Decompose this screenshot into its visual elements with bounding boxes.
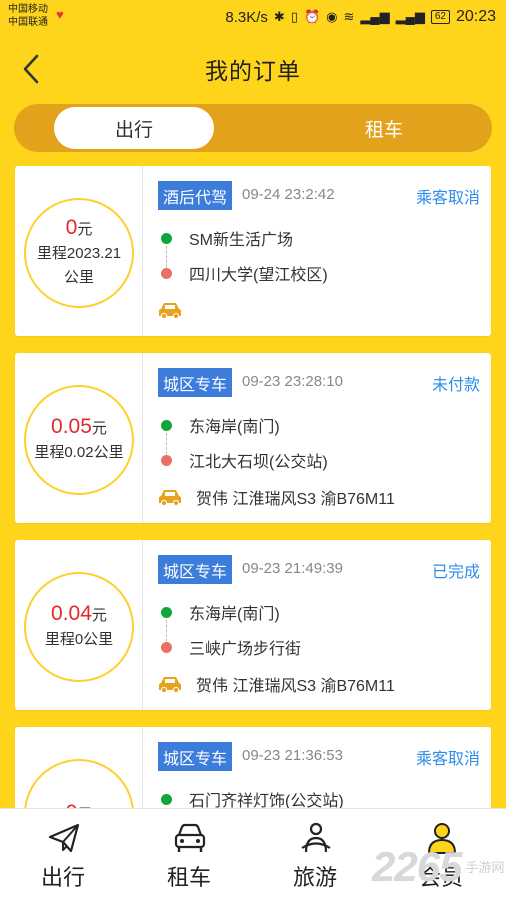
start-dot-icon <box>161 606 172 618</box>
price-circle: 0.04元 里程0公里 <box>24 572 134 682</box>
currency-unit: 元 <box>91 607 107 624</box>
alarm-icon: ⏰ <box>303 9 321 24</box>
order-detail: 城区专车 09-23 23:28:10 未付款 东海岸(南门) 江北大石坝(公交… <box>158 367 480 517</box>
order-mileage: 里程0公里 <box>44 631 114 648</box>
carrier-1: 中国移动 <box>8 4 48 15</box>
order-status: 已完成 <box>431 564 480 581</box>
vibrate-icon: ▯ <box>290 9 298 24</box>
currency-unit: 元 <box>77 221 93 238</box>
end-address: 江北大石坝(公交站) <box>189 454 328 471</box>
driver-row <box>158 298 182 322</box>
route-end: 江北大石坝(公交站) <box>158 448 328 472</box>
order-mileage: 里程0.02公里 <box>34 444 124 461</box>
start-address: 东海岸(南门) <box>189 419 280 436</box>
start-dot-icon <box>161 793 172 805</box>
service-type-badge: 城区专车 <box>158 555 233 584</box>
nav-label: 旅游 <box>292 865 337 890</box>
currency-unit: 元 <box>91 420 107 437</box>
driver-row: 贺伟 江淮瑞风S3 渝B76M11 <box>158 485 395 509</box>
status-bar: 中国移动 中国联通 ♥ 8.3K/s ✱ ▯ ⏰ ◉ ≋ ▂▄▆ ▂▄▆ 62 … <box>0 0 506 34</box>
order-amount: 0 <box>65 216 78 239</box>
page-title: 我的订单 <box>205 58 301 84</box>
carrier-2: 中国联通 <box>8 17 48 28</box>
end-dot-icon <box>161 267 172 279</box>
watermark-text: 手游网 <box>465 860 504 875</box>
order-status: 乘客取消 <box>415 190 480 207</box>
end-dot-icon <box>161 641 172 653</box>
order-card[interactable]: 0.05元 里程0.02公里 城区专车 09-23 23:28:10 未付款 东… <box>15 353 491 523</box>
order-summary: 0.04元 里程0公里 <box>15 540 143 710</box>
health-icon: ♥ <box>56 7 64 22</box>
order-detail: 酒后代驾 09-24 23:2:42 乘客取消 SM新生活广场 四川大学(望江校… <box>158 180 480 330</box>
order-summary: 0元 里程2023.21公里 <box>15 166 143 336</box>
order-detail: 城区专车 09-23 21:49:39 已完成 东海岸(南门) 三峡广场步行街 … <box>158 554 480 704</box>
nav-item-rental[interactable]: 租车 <box>126 809 252 900</box>
order-status: 乘客取消 <box>415 751 480 768</box>
order-type-tabs: 出行 租车 <box>14 104 492 152</box>
car-icon <box>159 303 181 319</box>
header: 我的订单 <box>0 40 506 96</box>
route-start: SM新生活广场 <box>158 226 293 250</box>
service-type-badge: 城区专车 <box>158 742 233 771</box>
tab-rental[interactable]: 租车 <box>294 107 474 149</box>
order-time: 09-24 23:2:42 <box>242 186 335 203</box>
car-icon <box>174 823 206 852</box>
clock: 20:23 <box>455 8 496 25</box>
car-icon <box>159 677 181 693</box>
route-end: 四川大学(望江校区) <box>158 261 328 285</box>
service-type-badge: 城区专车 <box>158 368 233 397</box>
driver-info: 贺伟 江淮瑞风S3 渝B76M11 <box>196 491 395 508</box>
start-dot-icon <box>161 232 172 244</box>
order-time: 09-23 21:36:53 <box>242 747 343 764</box>
carrier-info: 中国移动 中国联通 ♥ <box>8 3 64 29</box>
end-address: 三峡广场步行街 <box>189 641 302 658</box>
start-dot-icon <box>161 419 172 431</box>
signal-icon: ▂▄▆ <box>360 9 390 24</box>
order-card[interactable]: 0元 里程2023.21公里 酒后代驾 09-24 23:2:42 乘客取消 S… <box>15 166 491 336</box>
order-summary: 0.05元 里程0.02公里 <box>15 353 143 523</box>
order-status: 未付款 <box>431 377 480 394</box>
order-amount: 0.04 <box>51 602 92 625</box>
traveler-icon <box>301 822 331 853</box>
status-indicators: 8.3K/s ✱ ▯ ⏰ ◉ ≋ ▂▄▆ ▂▄▆ 62 20:23 <box>225 6 496 28</box>
driver-row: 贺伟 江淮瑞风S3 渝B76M11 <box>158 672 395 696</box>
tab-travel[interactable]: 出行 <box>54 107 214 149</box>
watermark: 2265 手游网 <box>372 842 504 892</box>
order-time: 09-23 23:28:10 <box>242 373 343 390</box>
start-address: 东海岸(南门) <box>189 606 280 623</box>
signal-2-icon: ▂▄▆ <box>395 9 425 24</box>
end-dot-icon <box>161 454 172 466</box>
start-address: SM新生活广场 <box>189 232 294 249</box>
route-end: 三峡广场步行街 <box>158 635 301 659</box>
wifi-icon: ≋ <box>343 9 355 24</box>
watermark-number: 2265 <box>372 843 462 890</box>
price-circle: 0元 里程2023.21公里 <box>24 198 134 308</box>
bluetooth-icon: ✱ <box>273 9 285 24</box>
price-circle: 0.05元 里程0.02公里 <box>24 385 134 495</box>
car-icon <box>159 490 181 506</box>
paper-plane-icon <box>48 823 80 853</box>
driver-info: 贺伟 江淮瑞风S3 渝B76M11 <box>196 678 395 695</box>
order-amount: 0.05 <box>51 415 92 438</box>
end-address: 四川大学(望江校区) <box>189 267 328 284</box>
order-card[interactable]: 0.04元 里程0公里 城区专车 09-23 21:49:39 已完成 东海岸(… <box>15 540 491 710</box>
route-start: 东海岸(南门) <box>158 413 280 437</box>
watermark-line-1: 手游网 <box>465 859 505 875</box>
route-start: 东海岸(南门) <box>158 600 280 624</box>
battery-icon: 62 <box>430 10 450 24</box>
service-type-badge: 酒后代驾 <box>158 181 233 210</box>
order-mileage: 里程2023.21公里 <box>36 245 122 286</box>
nav-label: 租车 <box>166 865 211 890</box>
network-speed: 8.3K/s <box>225 8 268 26</box>
eye-icon: ◉ <box>326 9 338 24</box>
nav-item-travel[interactable]: 出行 <box>0 809 126 900</box>
order-time: 09-23 21:49:39 <box>242 560 343 577</box>
nav-item-tourism[interactable]: 旅游 <box>252 809 378 900</box>
nav-label: 出行 <box>40 865 85 890</box>
